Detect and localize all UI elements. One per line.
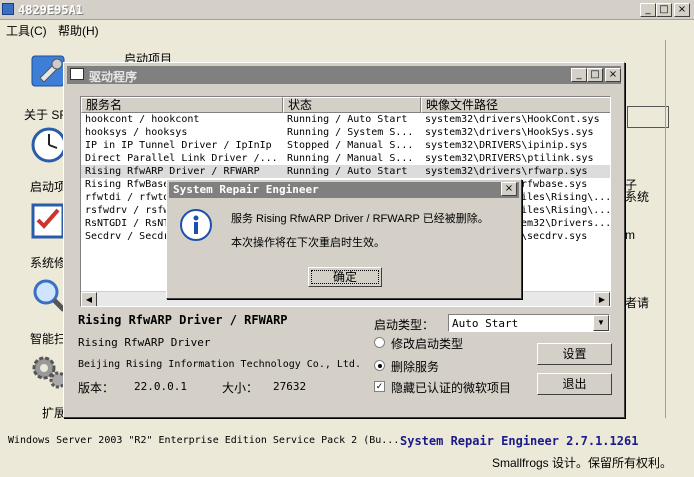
- column-header-path[interactable]: 映像文件路径: [421, 97, 610, 113]
- cell-image-path: system32\drivers\rfwarp.sys: [425, 166, 588, 177]
- radio-delete-indicator[interactable]: [374, 360, 385, 371]
- sidebar-item-about[interactable]: 关于 SRE: [0, 52, 76, 122]
- column-header-name[interactable]: 服务名: [81, 97, 283, 113]
- cell-image-path: iles\Rising\...: [521, 192, 611, 203]
- driver-dialog-title: 驱动程序: [89, 70, 138, 84]
- status-bar: Windows Server 2003 "R2" Enterprise Edit…: [0, 428, 694, 477]
- scroll-left-button[interactable]: ◀: [81, 292, 97, 306]
- settings-button[interactable]: 设置: [537, 343, 612, 365]
- table-row[interactable]: IP in IP Tunnel Driver / IpInIp Stopped /…: [81, 139, 610, 152]
- ok-button[interactable]: 确定: [308, 267, 382, 287]
- table-row[interactable]: Rising RfwARP Driver / RFWARP Running / A…: [81, 165, 610, 178]
- size-label: 大小：: [222, 381, 259, 395]
- right-divider: [665, 40, 666, 418]
- message-box-close-button[interactable]: ×: [501, 182, 517, 196]
- column-header-status[interactable]: 状态: [283, 97, 421, 113]
- main-action-button[interactable]: [627, 106, 669, 128]
- exit-button[interactable]: 退出: [537, 373, 612, 395]
- cell-image-path: system32\drivers\HookSys.sys: [425, 127, 594, 138]
- cell-service-name: hookcont / hookcont: [85, 114, 200, 125]
- dialog-icon: [70, 68, 84, 80]
- right-text-4: 者请: [625, 296, 650, 310]
- version-value: 22.0.0.1: [134, 380, 187, 393]
- driver-dialog-title-bar: 驱动程序 _ □ ×: [67, 66, 621, 84]
- cell-status: Running / System S...: [287, 127, 414, 138]
- close-button[interactable]: ×: [674, 3, 690, 17]
- right-panel: 子 系统 m 者请: [625, 40, 694, 440]
- os-info: Windows Server 2003 "R2" Enterprise Edit…: [8, 435, 400, 446]
- cell-image-path: system32\DRIVERS\ptilink.sys: [425, 153, 594, 164]
- main-title-bar: 4829E95A1 _ □ ×: [0, 0, 694, 20]
- cell-status: Running / Auto Start: [287, 114, 408, 125]
- table-row[interactable]: hookcont / hookcont Running / Auto Start s…: [81, 113, 610, 126]
- menu-help[interactable]: 帮助(H): [58, 22, 99, 39]
- info-icon: [180, 209, 212, 241]
- dialog-close-button[interactable]: ×: [605, 68, 621, 82]
- detail-company: Beijing Rising Information Technology Co…: [78, 359, 361, 370]
- dialog-minimize-button[interactable]: _: [571, 68, 587, 82]
- sidebar-item-repair[interactable]: 系统修: [0, 202, 66, 272]
- message-box-title-bar: System Repair Engineer ×: [169, 182, 519, 198]
- sidebar-label-scan: 智能扫: [30, 332, 67, 346]
- cell-service-name: IP in IP Tunnel Driver / IpInIp: [85, 140, 272, 151]
- radio-modify-label: 修改启动类型: [391, 337, 464, 351]
- cell-service-name: hooksys / hooksys: [85, 127, 188, 138]
- detail-name: Rising RfwARP Driver / RFWARP: [78, 313, 288, 327]
- sidebar-label-repair: 系统修: [30, 256, 67, 270]
- detail-description: Rising RfwARP Driver: [78, 336, 211, 349]
- radio-delete-service[interactable]: 删除服务: [374, 358, 534, 374]
- cell-status: Running / Auto Start: [287, 166, 408, 177]
- size-value: 27632: [273, 380, 307, 393]
- cell-status: Running / Manual S...: [287, 153, 414, 164]
- sidebar-item-extension[interactable]: 扩展: [0, 352, 67, 422]
- message-box-title: System Repair Engineer: [173, 183, 319, 196]
- message-box: System Repair Engineer × 服务 Rising RfwAR…: [166, 179, 522, 299]
- cell-service-name: Rising RfwARP Driver / RFWARP: [85, 166, 260, 177]
- startup-type-select[interactable]: Auto Start ▼: [448, 314, 610, 332]
- right-text-2: 系统: [625, 190, 650, 204]
- table-row[interactable]: hooksys / hooksys Running / System S... sy…: [81, 126, 610, 139]
- app-name: System Repair Engineer 2.7.1.1261: [400, 434, 639, 448]
- cell-image-path: system32\DRIVERS\ipinip.sys: [425, 140, 588, 151]
- radio-modify-startup[interactable]: 修改启动类型: [374, 335, 534, 351]
- dialog-maximize-button[interactable]: □: [587, 68, 603, 82]
- cell-image-path: iles\Rising\...: [521, 205, 611, 216]
- checkbox-hide-microsoft[interactable]: ✓ 隐藏已认证的微软项目: [374, 379, 554, 395]
- sidebar-label-startup: 启动项: [30, 180, 67, 194]
- chevron-down-icon[interactable]: ▼: [593, 315, 609, 331]
- copyright: Smallfrogs 设计。保留所有权利。: [492, 456, 673, 470]
- cell-status: Stopped / Manual S...: [287, 140, 414, 151]
- cell-image-path: rfwbase.sys: [521, 179, 588, 190]
- startup-type-value: Auto Start: [452, 317, 519, 330]
- sidebar-item-startup[interactable]: 启动项: [0, 126, 67, 196]
- app-icon: [2, 3, 14, 15]
- version-label: 版本：: [78, 381, 115, 395]
- main-window-title: 4829E95A1: [18, 3, 84, 17]
- minimize-button[interactable]: _: [640, 3, 656, 17]
- menu-tools[interactable]: 工具(C): [6, 22, 47, 39]
- cell-image-path: em32\Drivers...: [521, 218, 611, 229]
- checkbox-hide-indicator[interactable]: ✓: [374, 381, 385, 392]
- cell-service-name: Direct Parallel Link Driver /...: [85, 153, 278, 164]
- radio-modify-indicator[interactable]: [374, 337, 385, 348]
- startup-type-label: 启动类型：: [374, 318, 435, 332]
- table-row[interactable]: Direct Parallel Link Driver /... Running …: [81, 152, 610, 165]
- cell-image-path: system32\drivers\HookCont.sys: [425, 114, 600, 125]
- cell-image-path: \secdrv.sys: [521, 231, 588, 242]
- radio-delete-label: 删除服务: [391, 360, 440, 374]
- sidebar: 关于 SRE 启动项 系统修 智能扫 扩展: [0, 44, 76, 428]
- menu-bar: 工具(C) 帮助(H): [0, 20, 694, 40]
- message-line-1: 服务 Rising RfwARP Driver / RFWARP 已经被删除。: [231, 213, 489, 225]
- scroll-right-button[interactable]: ▶: [594, 292, 610, 306]
- right-text-3: m: [625, 228, 635, 242]
- checkbox-hide-label: 隐藏已认证的微软项目: [391, 381, 512, 395]
- message-line-2: 本次操作将在下次重启时生效。: [231, 237, 385, 249]
- sidebar-item-scan[interactable]: 智能扫: [0, 276, 66, 346]
- maximize-button[interactable]: □: [656, 3, 672, 17]
